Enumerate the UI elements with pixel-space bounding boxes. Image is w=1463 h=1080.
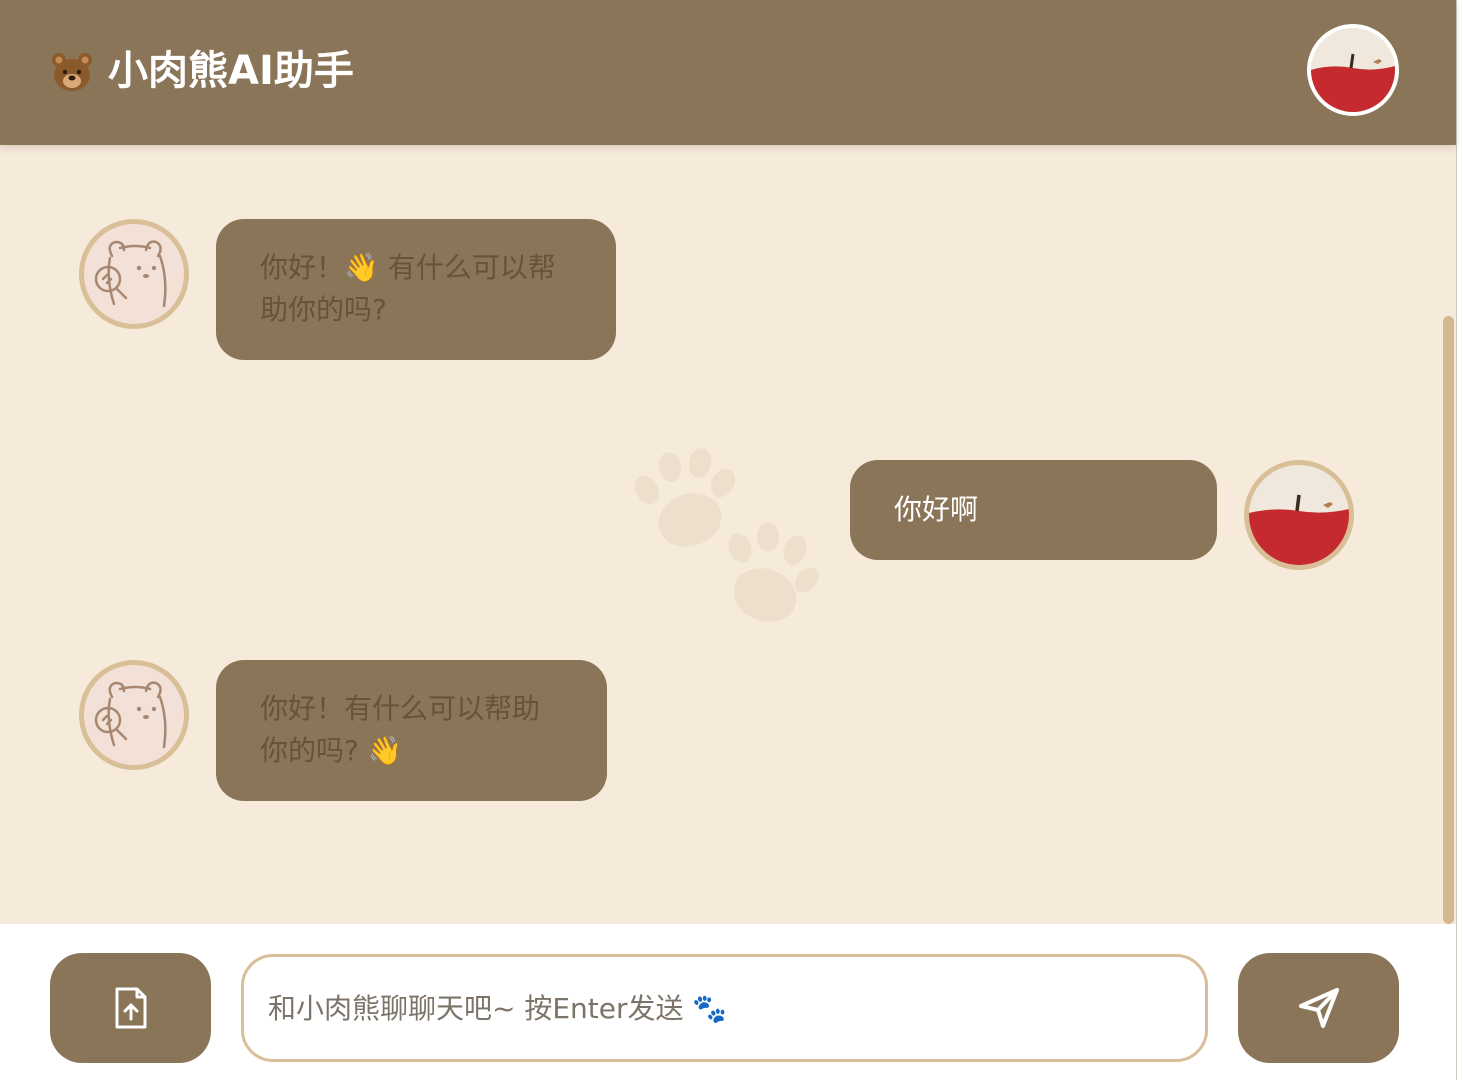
send-icon xyxy=(1298,988,1339,1028)
assistant-avatar xyxy=(79,660,189,770)
apple-icon xyxy=(1311,28,1395,112)
message-input[interactable] xyxy=(241,954,1208,1062)
bear-logo-icon xyxy=(52,53,92,91)
app-header: 小肉熊AI助手 xyxy=(0,0,1456,145)
user-profile-avatar[interactable] xyxy=(1307,24,1399,116)
assistant-message-bubble: 你好！👋 有什么可以帮助你的吗? xyxy=(216,219,616,360)
app-title: 小肉熊AI助手 xyxy=(108,48,354,94)
message-text: 你好！有什么可以帮助你的吗? 👋 xyxy=(260,692,541,767)
bear-avatar-icon xyxy=(94,240,167,308)
apple-avatar-icon xyxy=(1249,465,1349,565)
upload-file-button[interactable] xyxy=(50,953,211,1063)
user-avatar xyxy=(1244,460,1354,570)
window-edge xyxy=(1456,0,1463,1080)
message-text: 你好啊 xyxy=(894,493,979,526)
send-button[interactable] xyxy=(1238,953,1399,1063)
bear-avatar-icon xyxy=(94,681,167,749)
paw-watermark-icon xyxy=(634,448,819,622)
user-message-bubble: 你好啊 xyxy=(850,460,1217,560)
assistant-message-bubble: 你好！有什么可以帮助你的吗? 👋 xyxy=(216,660,607,801)
assistant-avatar xyxy=(79,219,189,329)
chat-scrollbar-thumb[interactable] xyxy=(1443,316,1454,924)
file-upload-icon xyxy=(115,987,146,1029)
message-text: 你好！👋 有什么可以帮助你的吗? xyxy=(260,251,556,326)
